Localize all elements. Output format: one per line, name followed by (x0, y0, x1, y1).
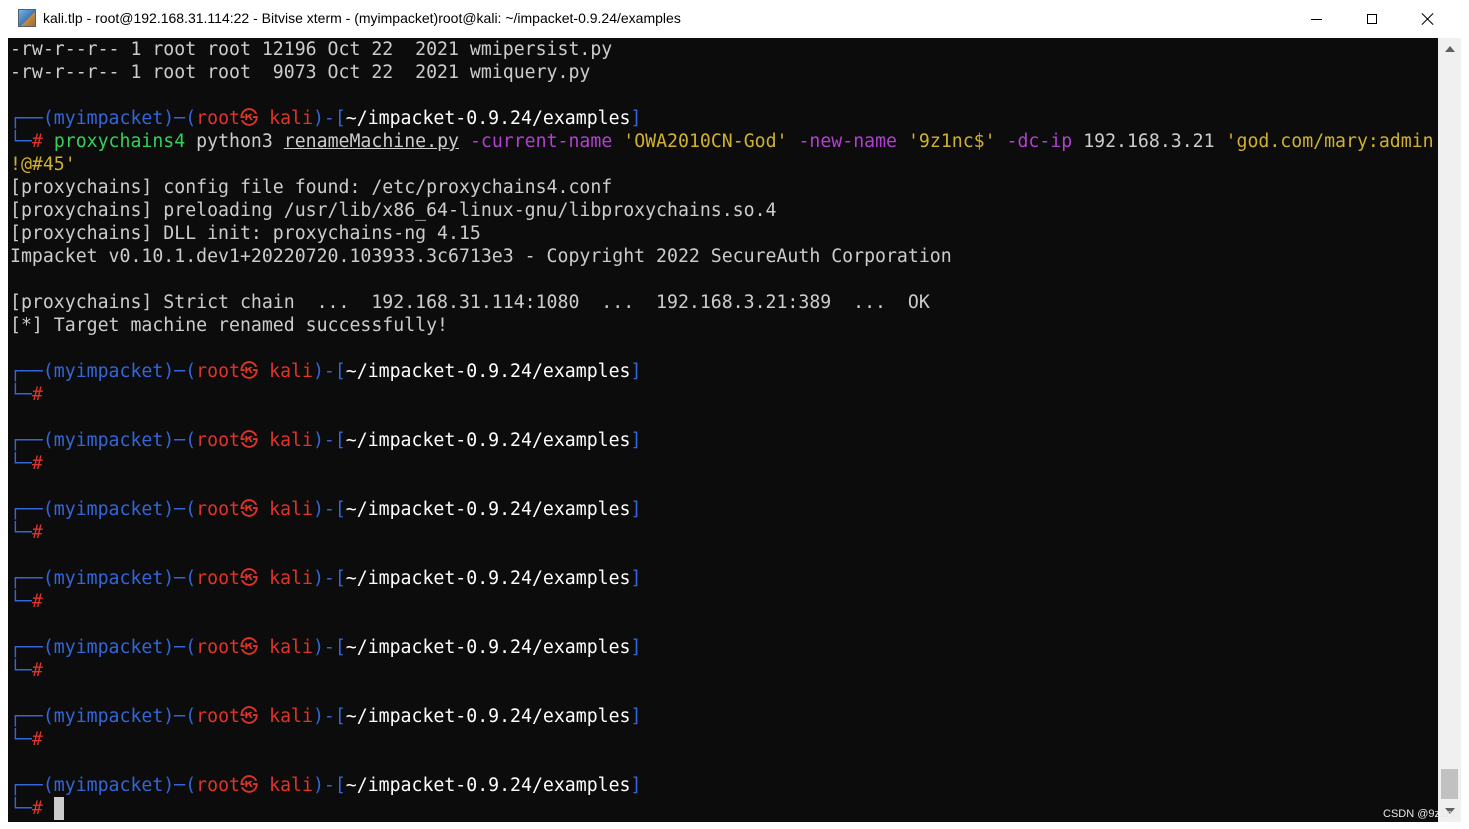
minimize-button[interactable] (1288, 0, 1344, 38)
scroll-up-button[interactable] (1438, 38, 1461, 60)
vertical-scrollbar[interactable] (1438, 38, 1461, 822)
minimize-icon (1310, 18, 1322, 20)
window-title: kali.tlp - root@192.168.31.114:22 - Bitv… (43, 10, 681, 26)
command-line-wrap: !@#45' (10, 154, 76, 175)
active-prompt-line[interactable]: └─# (10, 797, 64, 820)
prompt-line: ┌──(myimpacket)─(root㉿ kali)-[~/impacket… (10, 430, 642, 451)
prompt-hash-line: └─# (10, 729, 43, 750)
prompt-hash-line: └─# (10, 522, 43, 543)
prompt-line: ┌──(myimpacket)─(root㉿ kali)-[~/impacket… (10, 637, 642, 658)
listing-line: -rw-r--r-- 1 root root 12196 Oct 22 2021… (10, 39, 613, 60)
output-line: [proxychains] preloading /usr/lib/x86_64… (10, 200, 777, 221)
prompt-line: ┌──(myimpacket)─(root㉿ kali)-[~/impacket… (10, 108, 642, 129)
prompt-hash-line: └─# (10, 660, 43, 681)
window-edge (1461, 0, 1469, 829)
listing-line: -rw-r--r-- 1 root root 9073 Oct 22 2021 … (10, 62, 591, 83)
close-button[interactable] (1400, 0, 1456, 38)
command-line: └─# proxychains4 python3 renameMachine.p… (10, 131, 1434, 152)
output-line: [*] Target machine renamed successfully! (10, 315, 448, 336)
output-line: [proxychains] Strict chain ... 192.168.3… (10, 292, 930, 313)
close-icon (1421, 12, 1435, 26)
prompt-line: ┌──(myimpacket)─(root㉿ kali)-[~/impacket… (10, 706, 642, 727)
prompt-line: ┌──(myimpacket)─(root㉿ kali)-[~/impacket… (10, 361, 642, 382)
output-line: [proxychains] config file found: /etc/pr… (10, 177, 613, 198)
chevron-up-icon (1444, 46, 1455, 52)
csdn-watermark: CSDN @9z1nc (1383, 808, 1458, 820)
maximize-button[interactable] (1344, 0, 1400, 38)
prompt-line: ┌──(myimpacket)─(root㉿ kali)-[~/impacket… (10, 568, 642, 589)
scrollbar-thumb[interactable] (1441, 769, 1458, 799)
prompt-hash-line: └─# (10, 453, 43, 474)
terminal-cursor (53, 797, 64, 820)
prompt-line: ┌──(myimpacket)─(root㉿ kali)-[~/impacket… (10, 775, 642, 796)
output-line: Impacket v0.10.1.dev1+20220720.103933.3c… (10, 246, 952, 267)
maximize-icon (1367, 14, 1377, 24)
title-bar[interactable]: kali.tlp - root@192.168.31.114:22 - Bitv… (8, 0, 1461, 38)
prompt-hash-line: └─# (10, 384, 43, 405)
output-line: [proxychains] DLL init: proxychains-ng 4… (10, 223, 481, 244)
prompt-line: ┌──(myimpacket)─(root㉿ kali)-[~/impacket… (10, 499, 642, 520)
prompt-hash-line: └─# (10, 591, 43, 612)
bitvise-terminal-icon[interactable] (18, 9, 36, 27)
terminal-area[interactable]: -rw-r--r-- 1 root root 12196 Oct 22 2021… (8, 38, 1438, 822)
